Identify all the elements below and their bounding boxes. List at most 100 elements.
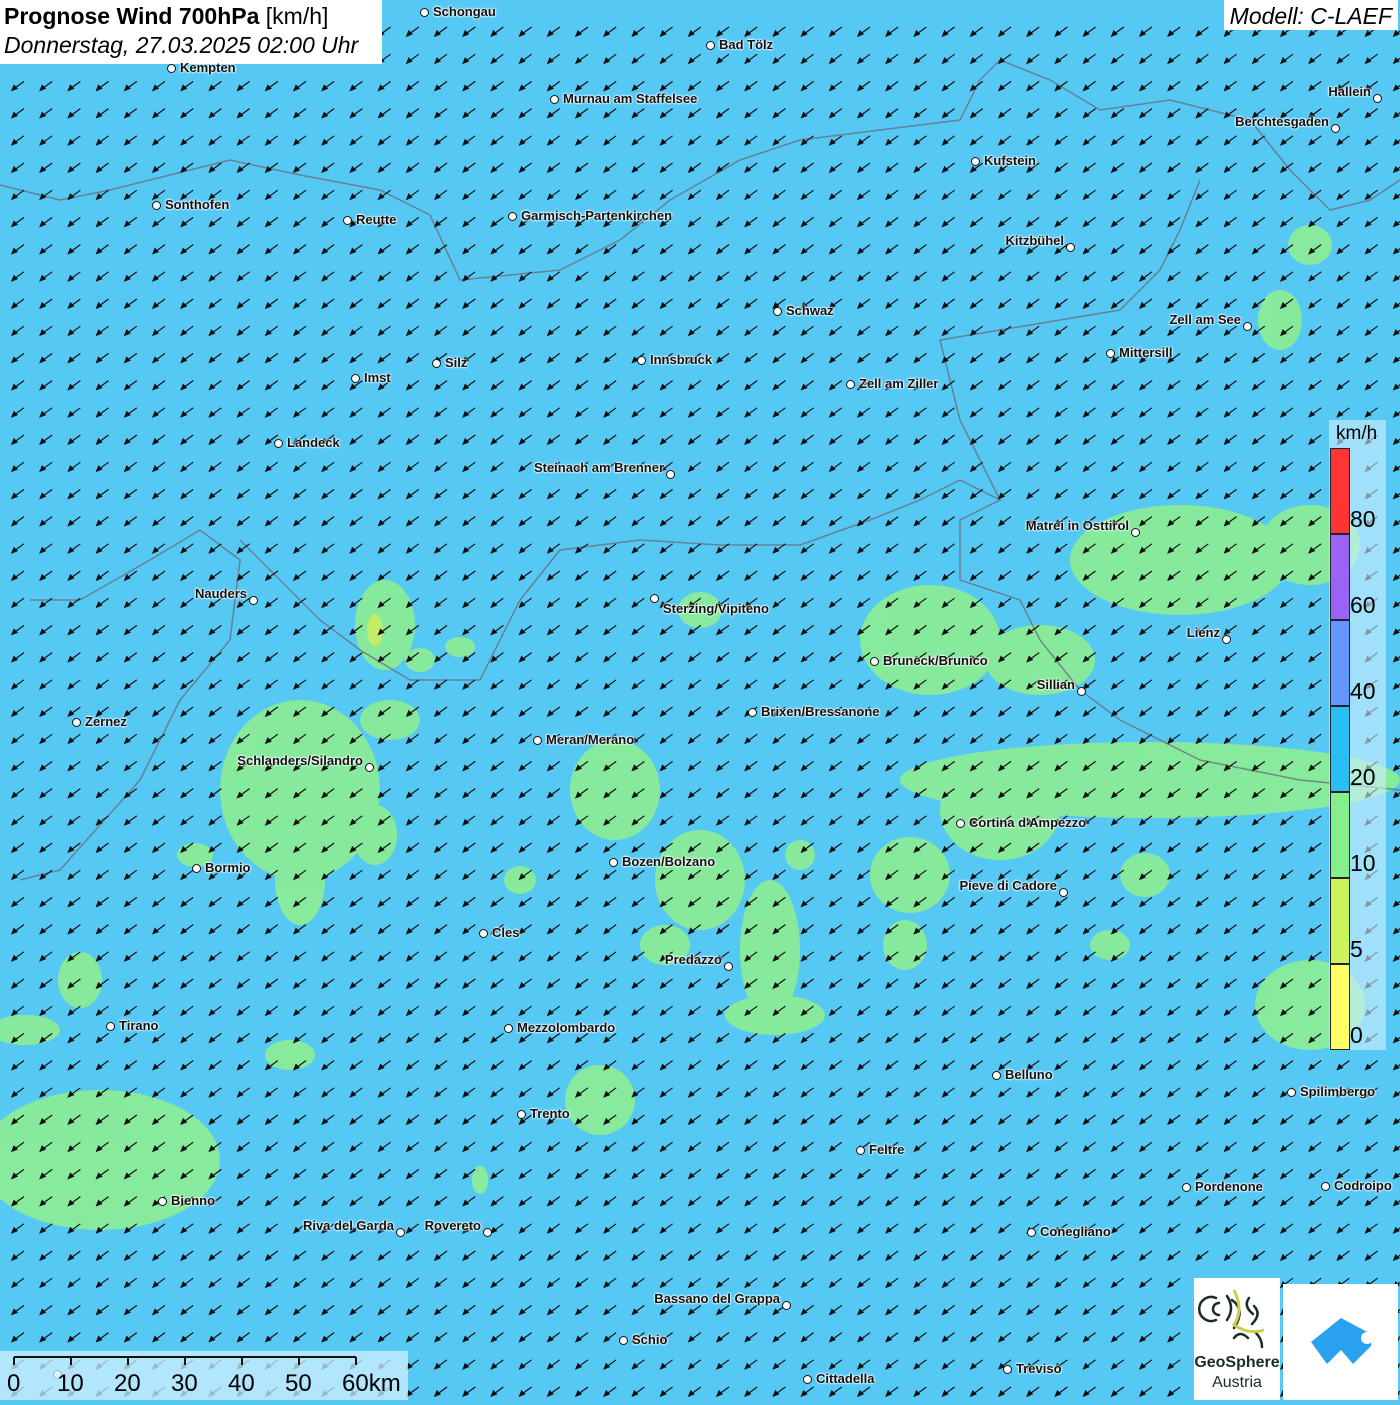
wind-arrow: [802, 1387, 814, 1396]
wind-arrow: [209, 544, 221, 553]
wind-arrow: [858, 1305, 870, 1314]
wind-arrow: [209, 1061, 221, 1070]
wind-arrow: [1027, 109, 1039, 118]
legend-color-swatch: [1330, 878, 1350, 964]
wind-arrow: [914, 299, 926, 308]
wind-arrow: [181, 1251, 193, 1260]
wind-arrow: [350, 517, 362, 526]
wind-arrow: [12, 136, 24, 145]
city-marker: [1222, 635, 1231, 644]
wind-arrow: [1140, 81, 1152, 90]
wind-arrow: [491, 489, 503, 498]
wind-arrow: [407, 761, 419, 770]
wind-arrow: [576, 353, 588, 362]
wind-arrow: [1140, 653, 1152, 662]
wind-arrow: [914, 1333, 926, 1342]
wind-arrow: [238, 190, 250, 199]
wind-arrow: [12, 979, 24, 988]
wind-arrow: [322, 381, 334, 390]
wind-arrow: [1112, 1033, 1124, 1042]
city-marker: [748, 708, 757, 717]
wind-arrow: [745, 816, 757, 825]
wind-area-10-20: [883, 920, 927, 970]
wind-arrow: [632, 571, 644, 580]
wind-arrow: [971, 1169, 983, 1178]
wind-arrow: [943, 435, 955, 444]
wind-arrow: [1366, 353, 1378, 362]
wind-arrow: [1196, 1115, 1208, 1124]
wind-arrow: [153, 81, 165, 90]
wind-arrow: [322, 1197, 334, 1206]
wind-arrow: [1055, 1088, 1067, 1097]
wind-arrow: [209, 217, 221, 226]
wind-arrow: [294, 408, 306, 417]
wind-arrow: [717, 54, 729, 63]
wind-arrow: [745, 109, 757, 118]
wind-arrow: [1084, 489, 1096, 498]
wind-arrow: [661, 435, 673, 444]
wind-arrow: [632, 1088, 644, 1097]
wind-arrow: [830, 653, 842, 662]
wind-arrow: [914, 353, 926, 362]
wind-arrow: [68, 925, 80, 934]
wind-arrow: [1225, 299, 1237, 308]
wind-arrow: [407, 272, 419, 281]
wind-arrow: [858, 190, 870, 199]
wind-arrow: [520, 109, 532, 118]
wind-arrow: [153, 625, 165, 634]
wind-arrow: [999, 734, 1011, 743]
wind-arrow: [266, 979, 278, 988]
wind-arrow: [266, 1197, 278, 1206]
wind-arrow: [689, 1387, 701, 1396]
wind-arrow: [914, 1305, 926, 1314]
wind-arrow: [97, 816, 109, 825]
wind-arrow: [943, 1251, 955, 1260]
wind-arrow: [717, 381, 729, 390]
wind-arrow: [971, 1115, 983, 1124]
wind-arrow: [999, 1033, 1011, 1042]
wind-arrow: [943, 1033, 955, 1042]
wind-arrow: [914, 734, 926, 743]
wind-arrow: [858, 870, 870, 879]
wind-arrow: [1140, 109, 1152, 118]
wind-arrow: [266, 625, 278, 634]
wind-arrow: [1084, 381, 1096, 390]
wind-arrow: [773, 1387, 785, 1396]
wind-arrow: [1281, 190, 1293, 199]
wind-arrow: [661, 1360, 673, 1369]
city-label: Silz: [445, 355, 467, 370]
wind-arrow: [294, 1115, 306, 1124]
wind-arrow: [858, 680, 870, 689]
weather-app-logo[interactable]: [1283, 1284, 1398, 1400]
wind-arrow: [125, 925, 137, 934]
city-marker: [956, 819, 965, 828]
wind-arrow: [1309, 1115, 1321, 1124]
scale-label: 10: [57, 1370, 84, 1398]
title-text: Prognose Wind 700hPa: [4, 3, 259, 29]
wind-arrow: [266, 81, 278, 90]
wind-arrow: [943, 979, 955, 988]
wind-arrow: [604, 27, 616, 36]
wind-arrow: [491, 816, 503, 825]
wind-arrow: [1225, 81, 1237, 90]
wind-arrow: [1027, 1006, 1039, 1015]
wind-arrow: [238, 707, 250, 716]
wind-arrow: [886, 1224, 898, 1233]
wind-arrow: [1168, 680, 1180, 689]
wind-arrow: [943, 1006, 955, 1015]
wind-arrow: [1225, 217, 1237, 226]
wind-arrow: [407, 517, 419, 526]
wind-arrow: [858, 1278, 870, 1287]
geosphere-austria-logo[interactable]: GeoSphere Austria: [1194, 1278, 1280, 1400]
wind-arrow: [1055, 870, 1067, 879]
wind-arrow: [604, 870, 616, 879]
wind-arrow: [1055, 109, 1067, 118]
wind-arrow: [689, 163, 701, 172]
wind-arrow: [604, 1278, 616, 1287]
wind-arrow: [181, 707, 193, 716]
wind-arrow: [914, 1088, 926, 1097]
wind-arrow: [12, 1251, 24, 1260]
wind-arrow: [520, 1278, 532, 1287]
wind-arrow: [745, 136, 757, 145]
wind-arrow: [238, 897, 250, 906]
